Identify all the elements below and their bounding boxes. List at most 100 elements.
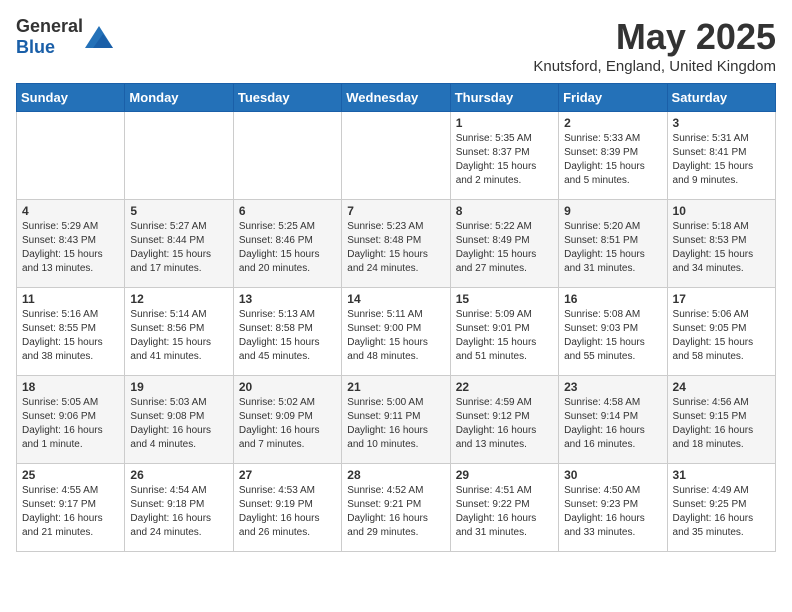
day-info: Sunrise: 5:05 AM Sunset: 9:06 PM Dayligh… <box>22 396 119 452</box>
day-info: Sunrise: 5:14 AM Sunset: 8:56 PM Dayligh… <box>130 308 227 364</box>
logo-blue: Blue <box>16 37 55 57</box>
calendar-cell <box>17 112 125 200</box>
calendar-cell: 19 Sunrise: 5:03 AM Sunset: 9:08 PM Dayli… <box>125 376 233 464</box>
day-info: Sunrise: 5:13 AM Sunset: 8:58 PM Dayligh… <box>239 308 336 364</box>
logo-icon <box>85 26 113 48</box>
day-number: 1 <box>456 116 553 130</box>
calendar-cell: 20Sunrise: 5:02 AM Sunset: 9:09 PM Dayli… <box>233 376 341 464</box>
day-number: 4 <box>22 204 119 218</box>
calendar-cell: 1 Sunrise: 5:35 AM Sunset: 8:37 PM Daylig… <box>450 112 558 200</box>
weekday-header-friday: Friday <box>559 84 667 112</box>
day-number: 25 <box>22 468 119 482</box>
day-number: 31 <box>673 468 770 482</box>
day-info: Sunrise: 5:27 AM Sunset: 8:44 PM Dayligh… <box>130 220 227 276</box>
day-info: Sunrise: 5:31 AM Sunset: 8:41 PM Dayligh… <box>673 132 770 188</box>
day-info: Sunrise: 5:23 AM Sunset: 8:48 PM Dayligh… <box>347 220 444 276</box>
day-info: Sunrise: 5:16 AM Sunset: 8:55 PM Dayligh… <box>22 308 119 364</box>
calendar-cell: 26Sunrise: 4:54 AM Sunset: 9:18 PM Dayli… <box>125 464 233 552</box>
calendar-cell: 3Sunrise: 5:31 AM Sunset: 8:41 PM Daylig… <box>667 112 775 200</box>
weekday-header-saturday: Saturday <box>667 84 775 112</box>
day-info: Sunrise: 4:51 AM Sunset: 9:22 PM Dayligh… <box>456 484 553 540</box>
page-header: General Blue May 2025 Knutsford, England… <box>16 16 776 75</box>
day-number: 9 <box>564 204 661 218</box>
day-number: 30 <box>564 468 661 482</box>
calendar-cell: 24 Sunrise: 4:56 AM Sunset: 9:15 PM Dayli… <box>667 376 775 464</box>
day-number: 24 <box>673 380 770 394</box>
day-info: Sunrise: 5:06 AM Sunset: 9:05 PM Dayligh… <box>673 308 770 364</box>
day-info: Sunrise: 5:08 AM Sunset: 9:03 PM Dayligh… <box>564 308 661 364</box>
month-year: May 2025 <box>533 16 776 58</box>
day-number: 23 <box>564 380 661 394</box>
day-info: Sunrise: 5:20 AM Sunset: 8:51 PM Dayligh… <box>564 220 661 276</box>
weekday-header-sunday: Sunday <box>17 84 125 112</box>
calendar-cell: 7 Sunrise: 5:23 AM Sunset: 8:48 PM Daylig… <box>342 200 450 288</box>
calendar-cell: 21Sunrise: 5:00 AM Sunset: 9:11 PM Dayli… <box>342 376 450 464</box>
day-info: Sunrise: 5:22 AM Sunset: 8:49 PM Dayligh… <box>456 220 553 276</box>
calendar-cell: 17Sunrise: 5:06 AM Sunset: 9:05 PM Dayli… <box>667 288 775 376</box>
day-info: Sunrise: 5:00 AM Sunset: 9:11 PM Dayligh… <box>347 396 444 452</box>
title-block: May 2025 Knutsford, England, United King… <box>533 16 776 75</box>
calendar-cell: 13 Sunrise: 5:13 AM Sunset: 8:58 PM Dayli… <box>233 288 341 376</box>
calendar-cell: 8 Sunrise: 5:22 AM Sunset: 8:49 PM Daylig… <box>450 200 558 288</box>
calendar-cell: 29Sunrise: 4:51 AM Sunset: 9:22 PM Dayli… <box>450 464 558 552</box>
day-number: 28 <box>347 468 444 482</box>
day-number: 5 <box>130 204 227 218</box>
day-number: 11 <box>22 292 119 306</box>
logo: General Blue <box>16 16 113 58</box>
day-info: Sunrise: 5:18 AM Sunset: 8:53 PM Dayligh… <box>673 220 770 276</box>
calendar-cell: 16 Sunrise: 5:08 AM Sunset: 9:03 PM Dayli… <box>559 288 667 376</box>
weekday-header-wednesday: Wednesday <box>342 84 450 112</box>
day-info: Sunrise: 4:50 AM Sunset: 9:23 PM Dayligh… <box>564 484 661 540</box>
day-number: 18 <box>22 380 119 394</box>
calendar-cell: 6 Sunrise: 5:25 AM Sunset: 8:46 PM Daylig… <box>233 200 341 288</box>
calendar-cell: 12 Sunrise: 5:14 AM Sunset: 8:56 PM Dayli… <box>125 288 233 376</box>
calendar-cell: 9 Sunrise: 5:20 AM Sunset: 8:51 PM Daylig… <box>559 200 667 288</box>
logo-text: General Blue <box>16 16 83 58</box>
weekday-header-monday: Monday <box>125 84 233 112</box>
calendar-cell: 5 Sunrise: 5:27 AM Sunset: 8:44 PM Daylig… <box>125 200 233 288</box>
day-info: Sunrise: 4:59 AM Sunset: 9:12 PM Dayligh… <box>456 396 553 452</box>
day-info: Sunrise: 4:52 AM Sunset: 9:21 PM Dayligh… <box>347 484 444 540</box>
day-info: Sunrise: 5:33 AM Sunset: 8:39 PM Dayligh… <box>564 132 661 188</box>
calendar-cell: 23Sunrise: 4:58 AM Sunset: 9:14 PM Dayli… <box>559 376 667 464</box>
day-number: 13 <box>239 292 336 306</box>
day-number: 27 <box>239 468 336 482</box>
calendar-cell <box>342 112 450 200</box>
day-number: 7 <box>347 204 444 218</box>
day-number: 8 <box>456 204 553 218</box>
day-number: 10 <box>673 204 770 218</box>
day-number: 6 <box>239 204 336 218</box>
calendar-cell: 18 Sunrise: 5:05 AM Sunset: 9:06 PM Dayli… <box>17 376 125 464</box>
day-number: 15 <box>456 292 553 306</box>
calendar-cell: 4Sunrise: 5:29 AM Sunset: 8:43 PM Daylig… <box>17 200 125 288</box>
day-info: Sunrise: 4:49 AM Sunset: 9:25 PM Dayligh… <box>673 484 770 540</box>
day-info: Sunrise: 4:56 AM Sunset: 9:15 PM Dayligh… <box>673 396 770 452</box>
day-number: 26 <box>130 468 227 482</box>
day-number: 16 <box>564 292 661 306</box>
calendar-cell: 10 Sunrise: 5:18 AM Sunset: 8:53 PM Dayli… <box>667 200 775 288</box>
calendar-row-1: 4Sunrise: 5:29 AM Sunset: 8:43 PM Daylig… <box>17 200 776 288</box>
calendar-row-0: 1 Sunrise: 5:35 AM Sunset: 8:37 PM Daylig… <box>17 112 776 200</box>
weekday-header-row: SundayMondayTuesdayWednesdayThursdayFrid… <box>17 84 776 112</box>
weekday-header-tuesday: Tuesday <box>233 84 341 112</box>
day-info: Sunrise: 5:02 AM Sunset: 9:09 PM Dayligh… <box>239 396 336 452</box>
day-number: 19 <box>130 380 227 394</box>
calendar-row-2: 11 Sunrise: 5:16 AM Sunset: 8:55 PM Dayli… <box>17 288 776 376</box>
calendar-cell <box>233 112 341 200</box>
calendar-cell: 2 Sunrise: 5:33 AM Sunset: 8:39 PM Daylig… <box>559 112 667 200</box>
calendar-table: SundayMondayTuesdayWednesdayThursdayFrid… <box>16 83 776 552</box>
calendar-cell: 27Sunrise: 4:53 AM Sunset: 9:19 PM Dayli… <box>233 464 341 552</box>
location: Knutsford, England, United Kingdom <box>533 58 776 75</box>
calendar-row-4: 25Sunrise: 4:55 AM Sunset: 9:17 PM Dayli… <box>17 464 776 552</box>
day-number: 2 <box>564 116 661 130</box>
calendar-cell: 11 Sunrise: 5:16 AM Sunset: 8:55 PM Dayli… <box>17 288 125 376</box>
day-info: Sunrise: 5:35 AM Sunset: 8:37 PM Dayligh… <box>456 132 553 188</box>
calendar-cell: 30 Sunrise: 4:50 AM Sunset: 9:23 PM Dayli… <box>559 464 667 552</box>
day-info: Sunrise: 5:25 AM Sunset: 8:46 PM Dayligh… <box>239 220 336 276</box>
day-info: Sunrise: 5:09 AM Sunset: 9:01 PM Dayligh… <box>456 308 553 364</box>
day-info: Sunrise: 5:03 AM Sunset: 9:08 PM Dayligh… <box>130 396 227 452</box>
calendar-cell: 14Sunrise: 5:11 AM Sunset: 9:00 PM Dayli… <box>342 288 450 376</box>
calendar-cell: 31 Sunrise: 4:49 AM Sunset: 9:25 PM Dayli… <box>667 464 775 552</box>
calendar-cell: 25Sunrise: 4:55 AM Sunset: 9:17 PM Dayli… <box>17 464 125 552</box>
day-number: 12 <box>130 292 227 306</box>
